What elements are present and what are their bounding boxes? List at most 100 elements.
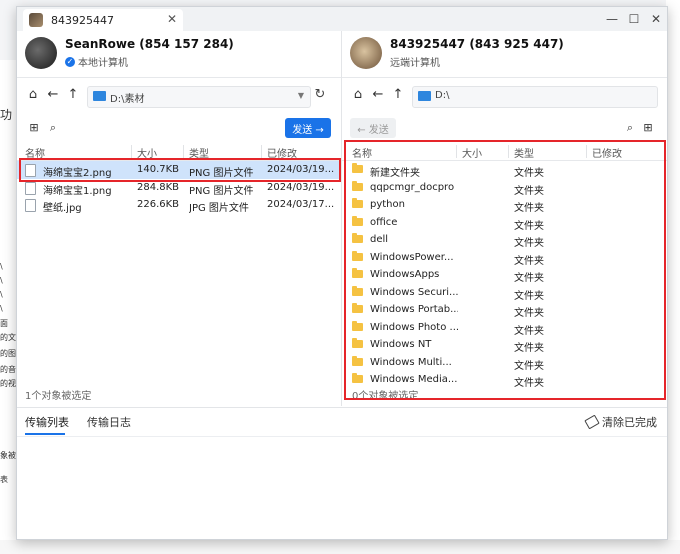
- local-user-header: SeanRowe (854 157 284) ✓ 本地计算机: [17, 31, 341, 77]
- folder-type: 文件夹: [514, 203, 544, 214]
- session-tab[interactable]: 843925447 ✕: [23, 9, 183, 31]
- table-row[interactable]: 新建文件夹 文件夹: [342, 161, 667, 179]
- table-row[interactable]: python 文件夹: [342, 196, 667, 214]
- table-row[interactable]: Windows Securi... 文件夹: [342, 284, 667, 302]
- close-button[interactable]: ✕: [645, 7, 667, 31]
- folder-icon: [352, 320, 363, 331]
- folder-name: WindowsPower...: [370, 251, 454, 263]
- window-controls: — ☐ ✕: [601, 7, 667, 31]
- folder-icon: [352, 163, 363, 173]
- clear-completed-button[interactable]: 清除已完成: [584, 414, 657, 430]
- home-icon[interactable]: ⌂: [350, 87, 366, 103]
- column-size-header[interactable]: 大小: [137, 145, 157, 160]
- column-modified-header[interactable]: 已修改: [267, 145, 297, 160]
- column-name-header[interactable]: 名称: [25, 145, 45, 160]
- maximize-button[interactable]: ☐: [623, 7, 645, 31]
- column-type-header[interactable]: 类型: [514, 145, 534, 160]
- receive-button[interactable]: ← 发送: [350, 118, 396, 138]
- back-arrow-icon[interactable]: ←: [45, 87, 61, 103]
- search-icon[interactable]: ⌕: [623, 121, 637, 135]
- remote-user-header: 843925447 (843 925 447) 远端计算机: [342, 31, 667, 77]
- table-row[interactable]: Windows NT 文件夹: [342, 336, 667, 354]
- tab-transfer-log[interactable]: 传输日志: [87, 414, 131, 430]
- search-icon[interactable]: ⌕: [46, 121, 60, 135]
- transfer-panel: 传输列表 传输日志 清除已完成: [17, 407, 667, 539]
- folder-type: 文件夹: [514, 360, 544, 372]
- up-arrow-icon[interactable]: ↑: [390, 87, 406, 103]
- tab-avatar: [29, 13, 43, 27]
- home-icon[interactable]: ⌂: [25, 87, 41, 103]
- column-type-header[interactable]: 类型: [189, 145, 209, 160]
- remote-path-select[interactable]: D:\: [412, 86, 658, 108]
- tab-close-icon[interactable]: ✕: [167, 12, 177, 26]
- column-separator: [586, 145, 587, 158]
- table-row[interactable]: qqpcmgr_docpro 文件夹: [342, 179, 667, 197]
- folder-type: 文件夹: [514, 185, 544, 197]
- table-row[interactable]: Windows Portab... 文件夹: [342, 301, 667, 319]
- background-bottom: [0, 540, 680, 554]
- folder-type: 文件夹: [514, 343, 544, 354]
- refresh-icon[interactable]: ↻: [312, 87, 328, 102]
- file-name: 海绵宝宝1.png: [43, 185, 112, 197]
- local-user-sub: ✓ 本地计算机: [65, 54, 128, 69]
- table-row[interactable]: WindowsPower... 文件夹: [342, 249, 667, 267]
- folder-type: 文件夹: [514, 378, 544, 389]
- local-path-select[interactable]: D:\素材 ▼: [87, 86, 311, 108]
- column-name-header[interactable]: 名称: [352, 145, 372, 160]
- table-row[interactable]: Windows Media... 文件夹: [342, 371, 667, 389]
- tab-title: 843925447: [51, 13, 114, 27]
- image-file-icon: [25, 181, 36, 195]
- bg-fragment: 的文: [0, 333, 16, 342]
- remote-file-table: 名称 大小 类型 已修改 新建文件夹 文件夹 qqpcmgr_docpro 文件夹 py…: [342, 143, 667, 393]
- minimize-button[interactable]: —: [601, 7, 623, 31]
- folder-name: Windows Multi...: [370, 356, 452, 368]
- bg-fragment: \: [0, 290, 3, 299]
- table-row[interactable]: office 文件夹: [342, 214, 667, 232]
- new-folder-icon[interactable]: ⊞: [27, 121, 41, 134]
- remote-user-sub: 远端计算机: [390, 54, 440, 69]
- header-divider: [17, 77, 341, 78]
- up-arrow-icon[interactable]: ↑: [65, 87, 81, 103]
- table-row[interactable]: dell 文件夹: [342, 231, 667, 249]
- remote-user-name: 843925447 (843 925 447): [390, 37, 564, 51]
- table-row[interactable]: 壁纸.jpg 226.6KB JPG 图片文件 2024/03/17...: [17, 196, 341, 214]
- table-row[interactable]: Windows Multi... 文件夹: [342, 354, 667, 372]
- folder-icon: [352, 373, 363, 383]
- folder-name: Windows Media...: [370, 374, 458, 385]
- folder-icon: [352, 303, 363, 313]
- local-path-text: D:\素材: [110, 94, 145, 105]
- computer-icon: [93, 91, 106, 101]
- bg-fragment: 的视: [0, 379, 16, 388]
- folder-icon: [352, 250, 363, 261]
- background-left-panel: 功 \ \ \ \ 面 的文 的图 的音 的视 象被 表: [0, 60, 17, 540]
- folder-name: 新建文件夹: [370, 168, 420, 179]
- tab-transfer-list[interactable]: 传输列表: [25, 414, 69, 430]
- new-folder-icon[interactable]: ⊞: [641, 121, 655, 134]
- file-type: PNG 图片文件: [189, 185, 254, 197]
- bg-fragment: 的音: [0, 365, 16, 374]
- bg-fragment: 象被: [0, 451, 16, 460]
- local-nav-row: ⌂ ← ↑ D:\素材 ▼ ↻: [17, 79, 341, 113]
- table-row[interactable]: 海绵宝宝1.png 284.8KB PNG 图片文件 2024/03/19...: [17, 179, 341, 197]
- bg-fragment: \: [0, 304, 3, 313]
- file-transfer-window: 843925447 ✕ — ☐ ✕ SeanRowe (854 157 284)…: [16, 6, 668, 540]
- send-button[interactable]: 发送 →: [285, 118, 331, 138]
- folder-name: Windows Portab...: [370, 304, 458, 315]
- column-separator: [261, 145, 262, 158]
- active-tab-indicator: [25, 433, 65, 435]
- remote-pane: 843925447 (843 925 447) 远端计算机 ⌂ ← ↑ D:\ …: [342, 31, 667, 406]
- table-row[interactable]: Windows Photo ... 文件夹: [342, 319, 667, 337]
- column-size-header[interactable]: 大小: [462, 145, 482, 160]
- column-modified-header[interactable]: 已修改: [592, 145, 622, 160]
- table-row[interactable]: WindowsApps 文件夹: [342, 266, 667, 284]
- folder-type: 文件夹: [514, 308, 544, 319]
- back-arrow-icon[interactable]: ←: [370, 87, 386, 103]
- local-computer-label: 本地计算机: [78, 58, 128, 69]
- table-row[interactable]: 海绵宝宝2.png 140.7KB PNG 图片文件 2024/03/19...: [17, 161, 341, 179]
- remote-avatar: [350, 37, 382, 69]
- header-divider: [342, 77, 667, 78]
- tab-divider: [17, 436, 667, 437]
- remote-rows: 新建文件夹 文件夹 qqpcmgr_docpro 文件夹 python 文件夹 office…: [342, 161, 667, 393]
- column-separator: [456, 145, 457, 158]
- bg-fragment: 面: [0, 319, 8, 328]
